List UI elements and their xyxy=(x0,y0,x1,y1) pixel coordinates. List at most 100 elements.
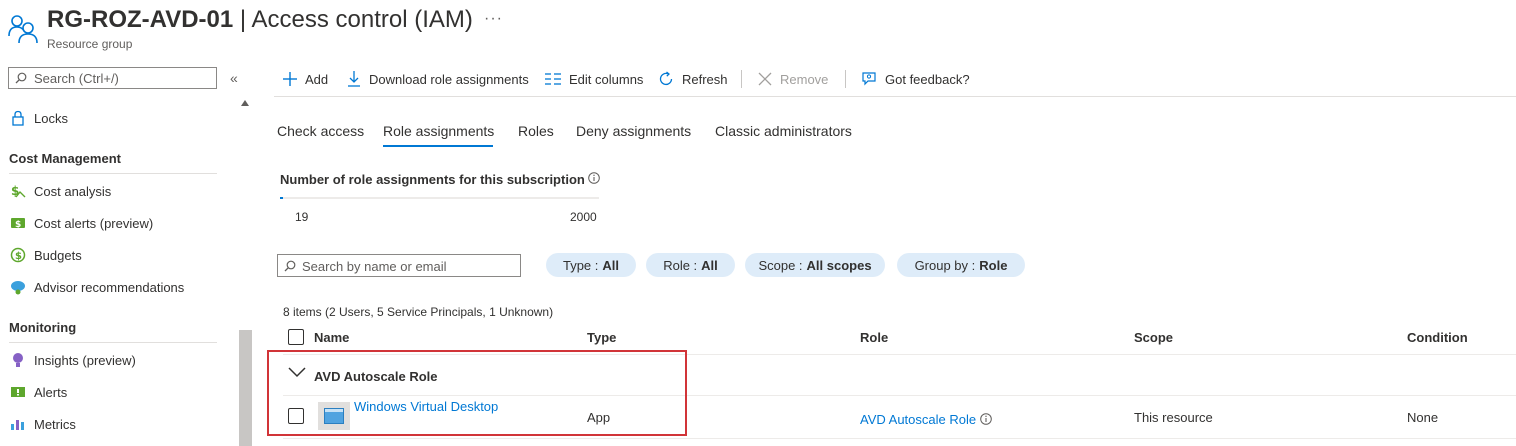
tab-roles[interactable]: Roles xyxy=(518,123,554,139)
svg-text:$: $ xyxy=(11,184,19,198)
lock-icon xyxy=(9,109,27,127)
sidebar-item-label: Advisor recommendations xyxy=(34,279,185,295)
page-title: RG-ROZ-AVD-01 | Access control (IAM) xyxy=(47,6,473,34)
refresh-label: Refresh xyxy=(682,71,728,87)
search-by-name-input[interactable]: Search by name or email xyxy=(277,254,521,277)
sidebar-item-budgets[interactable]: $ Budgets xyxy=(9,243,229,267)
column-header-role[interactable]: Role xyxy=(860,330,888,345)
collapse-sidebar-button[interactable]: « xyxy=(230,70,238,86)
search-icon xyxy=(284,260,296,272)
pill-label: Role : xyxy=(663,257,698,273)
column-header-name[interactable]: Name xyxy=(314,330,349,345)
toolbar-divider-line xyxy=(274,96,1516,97)
feedback-button[interactable]: Got feedback? xyxy=(861,70,970,88)
active-tab-indicator xyxy=(383,145,493,147)
sidebar-divider xyxy=(9,173,217,174)
assignment-count-bar xyxy=(280,197,599,199)
svg-text:$: $ xyxy=(15,251,22,262)
refresh-button[interactable]: Refresh xyxy=(658,70,728,88)
row-scope: This resource xyxy=(1134,410,1213,425)
edit-columns-label: Edit columns xyxy=(569,71,644,87)
scope-filter-pill[interactable]: Scope : All scopes xyxy=(745,253,885,277)
sidebar-item-insights[interactable]: Insights (preview) xyxy=(9,348,229,372)
sidebar-item-alerts[interactable]: Alerts xyxy=(9,380,229,404)
items-summary: 8 items (2 Users, 5 Service Principals, … xyxy=(283,305,554,319)
tab-classic-administrators[interactable]: Classic administrators xyxy=(715,123,852,139)
page-subtitle: Resource group xyxy=(47,37,133,51)
search-icon xyxy=(15,72,27,84)
select-all-checkbox[interactable] xyxy=(288,329,304,345)
sidebar-search-placeholder: Search (Ctrl+/) xyxy=(34,71,119,86)
group-by-pill[interactable]: Group by : Role xyxy=(897,253,1025,277)
sidebar-item-locks[interactable]: Locks xyxy=(9,106,229,130)
remove-button[interactable]: Remove xyxy=(758,70,828,88)
alerts-icon xyxy=(9,383,27,401)
row-divider xyxy=(283,438,1516,439)
sidebar-item-label: Insights (preview) xyxy=(34,352,136,368)
column-header-scope[interactable]: Scope xyxy=(1134,330,1173,345)
pill-value: Role xyxy=(979,257,1008,273)
sidebar-item-label: Cost analysis xyxy=(34,183,112,199)
columns-icon xyxy=(545,73,561,85)
sidebar-section-cost-management: Cost Management xyxy=(9,151,121,166)
info-icon[interactable] xyxy=(588,172,600,187)
add-button-label: Add xyxy=(305,71,329,87)
sidebar-divider xyxy=(9,342,217,343)
sidebar-item-label: Cost alerts (preview) xyxy=(34,215,154,231)
sidebar-item-label: Budgets xyxy=(34,247,82,263)
pill-label: Scope : xyxy=(758,257,803,273)
close-icon xyxy=(758,72,772,86)
pill-value: All scopes xyxy=(806,257,872,273)
pill-value: All xyxy=(701,257,718,273)
svg-text:$: $ xyxy=(15,220,21,230)
feedback-label: Got feedback? xyxy=(885,71,970,87)
row-role-link[interactable]: AVD Autoscale Role xyxy=(860,412,976,427)
budgets-icon: $ xyxy=(9,246,27,264)
resource-group-icon xyxy=(8,12,38,44)
cost-alerts-icon: $ xyxy=(9,214,27,232)
metrics-icon xyxy=(9,415,27,433)
tab-role-assignments[interactable]: Role assignments xyxy=(383,123,494,139)
sidebar-section-monitoring: Monitoring xyxy=(9,320,77,335)
sidebar-item-cost-alerts[interactable]: $ Cost alerts (preview) xyxy=(9,211,229,235)
feedback-icon xyxy=(861,71,877,87)
row-condition: None xyxy=(1407,410,1439,425)
sidebar-item-metrics[interactable]: Metrics xyxy=(9,412,229,436)
sidebar-item-label: Metrics xyxy=(34,416,76,432)
tab-deny-assignments[interactable]: Deny assignments xyxy=(576,123,691,139)
search-placeholder: Search by name or email xyxy=(302,259,447,274)
sidebar-item-advisor-recommendations[interactable]: Advisor recommendations xyxy=(9,275,229,299)
sidebar-item-label: Locks xyxy=(34,110,68,126)
pill-label: Type : xyxy=(562,257,599,273)
page-title-resource: RG-ROZ-AVD-01 xyxy=(47,6,234,33)
edit-columns-button[interactable]: Edit columns xyxy=(545,70,643,88)
assignment-count-bar-fill xyxy=(280,197,283,199)
refresh-icon xyxy=(658,71,674,87)
page-title-section: | Access control (IAM) xyxy=(233,6,473,33)
plus-icon xyxy=(283,72,297,86)
toolbar-divider xyxy=(741,70,742,88)
download-icon xyxy=(347,71,361,87)
tab-check-access[interactable]: Check access xyxy=(277,123,364,139)
assignment-count-title: Number of role assignments for this subs… xyxy=(280,172,585,187)
pill-label: Group by : xyxy=(914,257,976,273)
cost-analysis-icon: $ xyxy=(9,182,27,200)
add-button[interactable]: Add xyxy=(283,70,328,88)
assignment-count-max: 2000 xyxy=(570,210,597,224)
insights-icon xyxy=(9,351,27,369)
sidebar-scrollbar-thumb[interactable] xyxy=(239,330,252,446)
download-role-assignments-button[interactable]: Download role assignments xyxy=(347,70,529,88)
type-filter-pill[interactable]: Type : All xyxy=(546,253,636,277)
column-header-condition[interactable]: Condition xyxy=(1407,330,1468,345)
sidebar-search-input[interactable]: Search (Ctrl+/) xyxy=(8,67,217,89)
scroll-up-arrow-icon[interactable] xyxy=(241,100,249,106)
info-icon[interactable] xyxy=(980,413,992,428)
highlight-box xyxy=(267,350,687,436)
toolbar-divider xyxy=(845,70,846,88)
download-button-label: Download role assignments xyxy=(369,71,529,87)
column-header-type[interactable]: Type xyxy=(587,330,616,345)
role-filter-pill[interactable]: Role : All xyxy=(646,253,735,277)
sidebar-item-label: Alerts xyxy=(34,384,68,400)
sidebar-item-cost-analysis[interactable]: $ Cost analysis xyxy=(9,179,229,203)
more-options-button[interactable]: ··· xyxy=(484,10,503,28)
